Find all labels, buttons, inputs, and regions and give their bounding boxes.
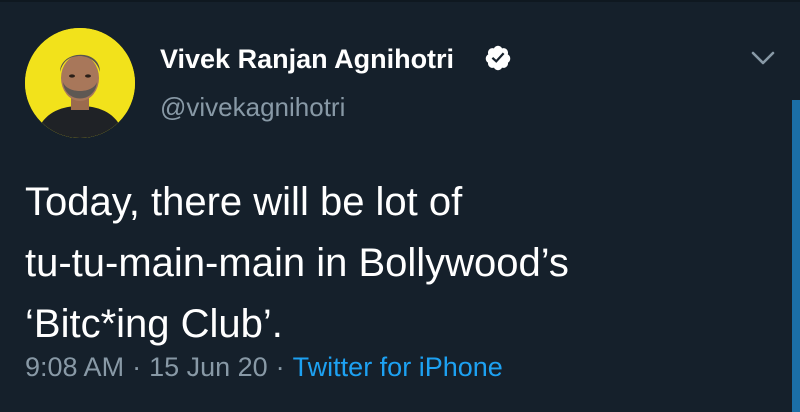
scrollbar[interactable]	[792, 100, 800, 412]
top-divider	[0, 0, 800, 2]
author-handle[interactable]: @vivekagnihotri	[160, 92, 345, 123]
tweet-meta: 9:08 AM · 15 Jun 20 · Twitter for iPhone	[25, 352, 503, 383]
tweet-card: Vivek Ranjan Agnihotri @vivekagnihotri T…	[0, 0, 800, 412]
tweet-source-link[interactable]: Twitter for iPhone	[293, 352, 503, 382]
tweet-date[interactable]: 15 Jun 20	[149, 352, 268, 382]
tweet-text-line: ‘Bitc*ing Club’.	[25, 302, 283, 346]
verified-badge-icon	[485, 45, 511, 71]
chevron-down-icon[interactable]	[748, 46, 778, 70]
tweet-text-line: tu-tu-main-main in Bollywood’s	[25, 241, 569, 285]
tweet-text-line: Today, there will be lot of	[25, 180, 463, 224]
avatar[interactable]	[25, 28, 135, 138]
meta-separator: ·	[275, 352, 285, 382]
tweet-time[interactable]: 9:08 AM	[25, 352, 124, 382]
tweet-text: Today, there will be lot of tu-tu-main-m…	[25, 172, 765, 355]
meta-separator: ·	[132, 352, 142, 382]
author-display-name[interactable]: Vivek Ranjan Agnihotri	[160, 44, 454, 75]
avatar-image	[25, 28, 135, 138]
